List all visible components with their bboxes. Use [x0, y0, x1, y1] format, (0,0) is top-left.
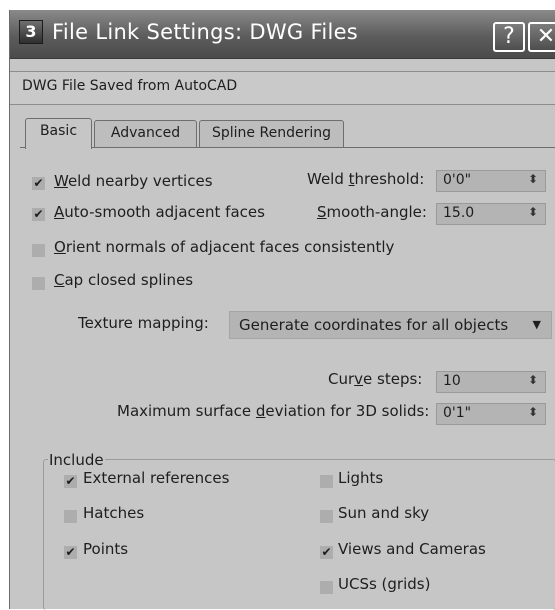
weld-threshold-value: 0'0"	[443, 172, 472, 188]
include-ucs-grids-label[interactable]: UCSs (grids)	[338, 575, 430, 593]
texture-mapping-label: Texture mapping:	[78, 314, 209, 332]
close-button[interactable]: ✕	[528, 22, 555, 52]
smooth-angle-spinner[interactable]: 15.0 ⬍	[436, 203, 546, 225]
orient-normals-checkbox[interactable]	[32, 244, 45, 257]
spinner-arrows-icon[interactable]: ⬍	[528, 205, 538, 219]
auto-smooth-label[interactable]: Auto-smooth adjacent faces	[54, 203, 265, 221]
source-info-bar: DWG File Saved from AutoCAD	[10, 71, 555, 105]
max-deviation-label: Maximum surface deviation for 3D solids:	[117, 402, 430, 420]
tab-panel-border	[20, 147, 555, 148]
weld-threshold-label: Weld threshold:	[307, 170, 425, 188]
dropdown-arrow-icon[interactable]: ▼	[533, 318, 541, 331]
tab-label: Basic	[39, 123, 78, 139]
cap-splines-label[interactable]: Cap closed splines	[54, 271, 193, 289]
smooth-angle-value: 15.0	[443, 205, 475, 221]
include-lights-label[interactable]: Lights	[338, 469, 383, 487]
smooth-angle-label: Smooth-angle:	[317, 203, 427, 221]
cap-splines-checkbox[interactable]	[32, 277, 45, 290]
help-button[interactable]: ?	[493, 22, 525, 52]
tab-label: Spline Rendering	[212, 125, 331, 141]
max-deviation-value: 0'1"	[443, 405, 472, 421]
auto-smooth-checkbox[interactable]	[32, 208, 45, 221]
curve-steps-label: Curve steps:	[328, 370, 423, 388]
texture-mapping-value: Generate coordinates for all objects	[239, 316, 509, 334]
curve-steps-spinner[interactable]: 10 ⬍	[436, 371, 546, 393]
source-description: DWG File Saved from AutoCAD	[22, 78, 238, 94]
dialog-title: File Link Settings: DWG Files	[52, 20, 359, 44]
include-ucs-grids-checkbox[interactable]	[320, 581, 333, 594]
include-views-and-cameras-checkbox[interactable]	[320, 546, 333, 559]
tab-basic[interactable]: Basic	[25, 118, 92, 149]
spinner-arrows-icon[interactable]: ⬍	[528, 172, 538, 186]
tab-advanced[interactable]: Advanced	[94, 120, 197, 147]
include-points-label[interactable]: Points	[83, 540, 128, 558]
include-external-references-label[interactable]: External references	[83, 469, 229, 487]
include-points-checkbox[interactable]	[64, 546, 77, 559]
title-bar[interactable]: 3 File Link Settings: DWG Files ? ✕	[10, 10, 555, 59]
weld-vertices-label[interactable]: Weld nearby vertices	[54, 172, 213, 190]
weld-threshold-spinner[interactable]: 0'0" ⬍	[436, 170, 546, 192]
include-hatches-label[interactable]: Hatches	[83, 504, 144, 522]
curve-steps-value: 10	[443, 373, 461, 389]
include-lights-checkbox[interactable]	[320, 475, 333, 488]
texture-mapping-dropdown[interactable]: Generate coordinates for all objects ▼	[229, 311, 552, 339]
include-sun-and-sky-label[interactable]: Sun and sky	[338, 504, 429, 522]
include-group-title: Include	[48, 451, 105, 469]
spinner-arrows-icon[interactable]: ⬍	[528, 405, 538, 419]
tab-label: Advanced	[110, 125, 181, 141]
include-sun-and-sky-checkbox[interactable]	[320, 510, 333, 523]
max-deviation-spinner[interactable]: 0'1" ⬍	[436, 403, 546, 425]
orient-normals-label[interactable]: Orient normals of adjacent faces consist…	[54, 238, 394, 256]
include-external-references-checkbox[interactable]	[64, 475, 77, 488]
weld-vertices-checkbox[interactable]	[32, 177, 45, 190]
spinner-arrows-icon[interactable]: ⬍	[528, 373, 538, 387]
include-views-and-cameras-label[interactable]: Views and Cameras	[338, 540, 486, 558]
3dsmax-app-icon: 3	[19, 20, 43, 44]
tab-spline-rendering[interactable]: Spline Rendering	[199, 120, 344, 147]
file-link-settings-dialog: 3 File Link Settings: DWG Files ? ✕ DWG …	[9, 10, 555, 610]
include-hatches-checkbox[interactable]	[64, 510, 77, 523]
